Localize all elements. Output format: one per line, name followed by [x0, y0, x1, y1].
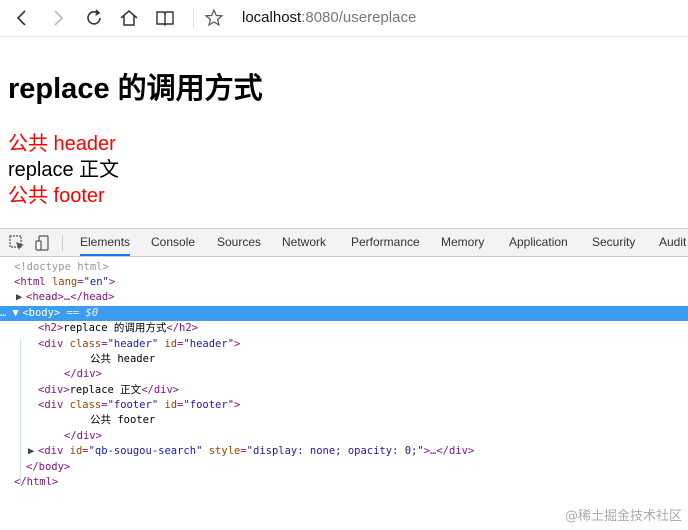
dom-row-header-close[interactable]: </div> — [0, 367, 688, 382]
tab-performance[interactable]: Performance — [351, 229, 420, 256]
expand-triangle-icon[interactable]: ▶ — [16, 290, 26, 305]
tab-security[interactable]: Security — [592, 229, 635, 256]
search-style-value: "display: none; opacity: 0;" — [246, 445, 424, 457]
doctype-text: <!doctype html> — [14, 261, 109, 273]
html-tag-name: html — [20, 276, 46, 288]
search-id-value: "qb-sougou-search" — [88, 445, 203, 457]
favorite-star-icon[interactable] — [202, 6, 226, 30]
header-div-tag: div — [44, 338, 64, 350]
dom-row-body-div[interactable]: <div>replace 正文</div> — [0, 383, 688, 398]
forward-icon[interactable] — [46, 6, 70, 30]
refresh-icon[interactable] — [82, 6, 106, 30]
dom-row-h2[interactable]: <h2>replace 的调用方式</h2> — [0, 321, 688, 336]
footer-text: 公共 footer — [8, 185, 105, 207]
header-text: 公共 header — [8, 133, 116, 155]
dom-row-html-close[interactable]: </html> — [0, 475, 688, 490]
footer-class-attr: class — [69, 399, 102, 411]
tab-sources[interactable]: Sources — [217, 229, 261, 256]
dom-row-footer-div[interactable]: <div class="footer" id="footer"> — [0, 398, 688, 413]
footer-node-text: 公共 footer — [90, 414, 156, 426]
page-content: replace 的调用方式 公共 header replace 正文 公共 fo… — [0, 37, 688, 228]
dom-row-header-text[interactable]: 公共 header — [0, 352, 688, 367]
html-lang-attr: lang — [51, 276, 78, 288]
search-div-tag: div — [44, 445, 64, 457]
head-collapsed: <head>…</head> — [26, 291, 115, 303]
tab-application[interactable]: Application — [509, 229, 568, 256]
dom-row-footer-text[interactable]: 公共 footer — [0, 413, 688, 428]
footer-div-tag: div — [44, 399, 64, 411]
header-class-attr: class — [69, 338, 102, 350]
toolbar-separator — [193, 8, 194, 28]
reading-view-icon[interactable] — [153, 6, 177, 30]
tab-network[interactable]: Network — [282, 229, 326, 256]
footer-id-attr: id — [164, 399, 178, 411]
dom-row-search-div[interactable]: ▶ <div id="qb-sougou-search" style="displ… — [0, 444, 688, 459]
footer-close-tag: </div> — [64, 430, 102, 442]
search-id-attr: id — [69, 445, 83, 457]
dom-row-header-div[interactable]: <div class="header" id="header"> — [0, 337, 688, 352]
collapse-triangle-icon[interactable]: ▼ — [12, 306, 22, 321]
html-close-tag: </html> — [14, 476, 59, 488]
header-class-value: "header" — [107, 338, 159, 350]
search-div-collapsed: >…</div> — [423, 445, 475, 457]
expand-triangle-icon[interactable]: ▶ — [28, 444, 38, 459]
dom-row-head[interactable]: ▶ <head>…</head> — [0, 290, 688, 305]
dom-row-html[interactable]: <html lang="en"> — [0, 275, 688, 290]
header-id-attr: id — [164, 338, 178, 350]
tab-audits[interactable]: Audit — [659, 229, 686, 256]
dom-row-doctype[interactable]: <!doctype html> — [0, 260, 688, 275]
back-icon[interactable] — [10, 6, 34, 30]
body-text: replace 正文 — [8, 159, 120, 181]
header-id-value: "header" — [183, 338, 235, 350]
address-bar[interactable]: localhost:8080/usereplace — [242, 9, 416, 26]
devtools-tabbar: Elements Console Sources Network Perform… — [0, 229, 688, 257]
h2-open-tag: <h2> — [38, 322, 64, 334]
inspect-element-icon[interactable] — [8, 234, 26, 252]
body-div-open: <div> — [38, 384, 70, 396]
body-close-tag: </body> — [26, 461, 71, 473]
body-console-ref: == $0 — [66, 307, 99, 319]
page-title: replace 的调用方式 — [8, 73, 263, 105]
dom-row-body-selected[interactable]: … ▼ <body> == $0 — [0, 306, 688, 321]
html-lang-value: "en" — [83, 276, 109, 288]
search-style-attr: style — [208, 445, 241, 457]
footer-class-value: "footer" — [107, 399, 159, 411]
tabbar-divider — [62, 235, 63, 251]
header-node-text: 公共 header — [90, 353, 156, 365]
dom-tree: <!doctype html> <html lang="en"> ▶ <head>… — [0, 257, 688, 530]
footer-id-value: "footer" — [183, 399, 235, 411]
devtools-panel: Elements Console Sources Network Perform… — [0, 228, 688, 530]
tab-elements[interactable]: Elements — [80, 229, 131, 256]
browser-toolbar: localhost:8080/usereplace — [0, 0, 688, 37]
header-close-tag: </div> — [64, 368, 102, 380]
url-path: :8080/usereplace — [301, 9, 417, 26]
dom-row-body-close[interactable]: </body> — [0, 460, 688, 475]
tab-memory[interactable]: Memory — [441, 229, 484, 256]
watermark: @稀土掘金技术社区 — [564, 509, 682, 524]
tab-console[interactable]: Console — [151, 229, 195, 256]
h2-inner-text: replace 的调用方式 — [63, 322, 167, 334]
url-host: localhost — [242, 9, 302, 26]
body-div-close: </div> — [141, 384, 180, 396]
body-tag: <body> — [22, 307, 61, 319]
h2-close-tag: </h2> — [166, 322, 198, 334]
body-div-text: replace 正文 — [69, 384, 142, 396]
dom-row-footer-close[interactable]: </div> — [0, 429, 688, 444]
device-toolbar-icon[interactable] — [34, 234, 52, 252]
home-icon[interactable] — [117, 6, 141, 30]
